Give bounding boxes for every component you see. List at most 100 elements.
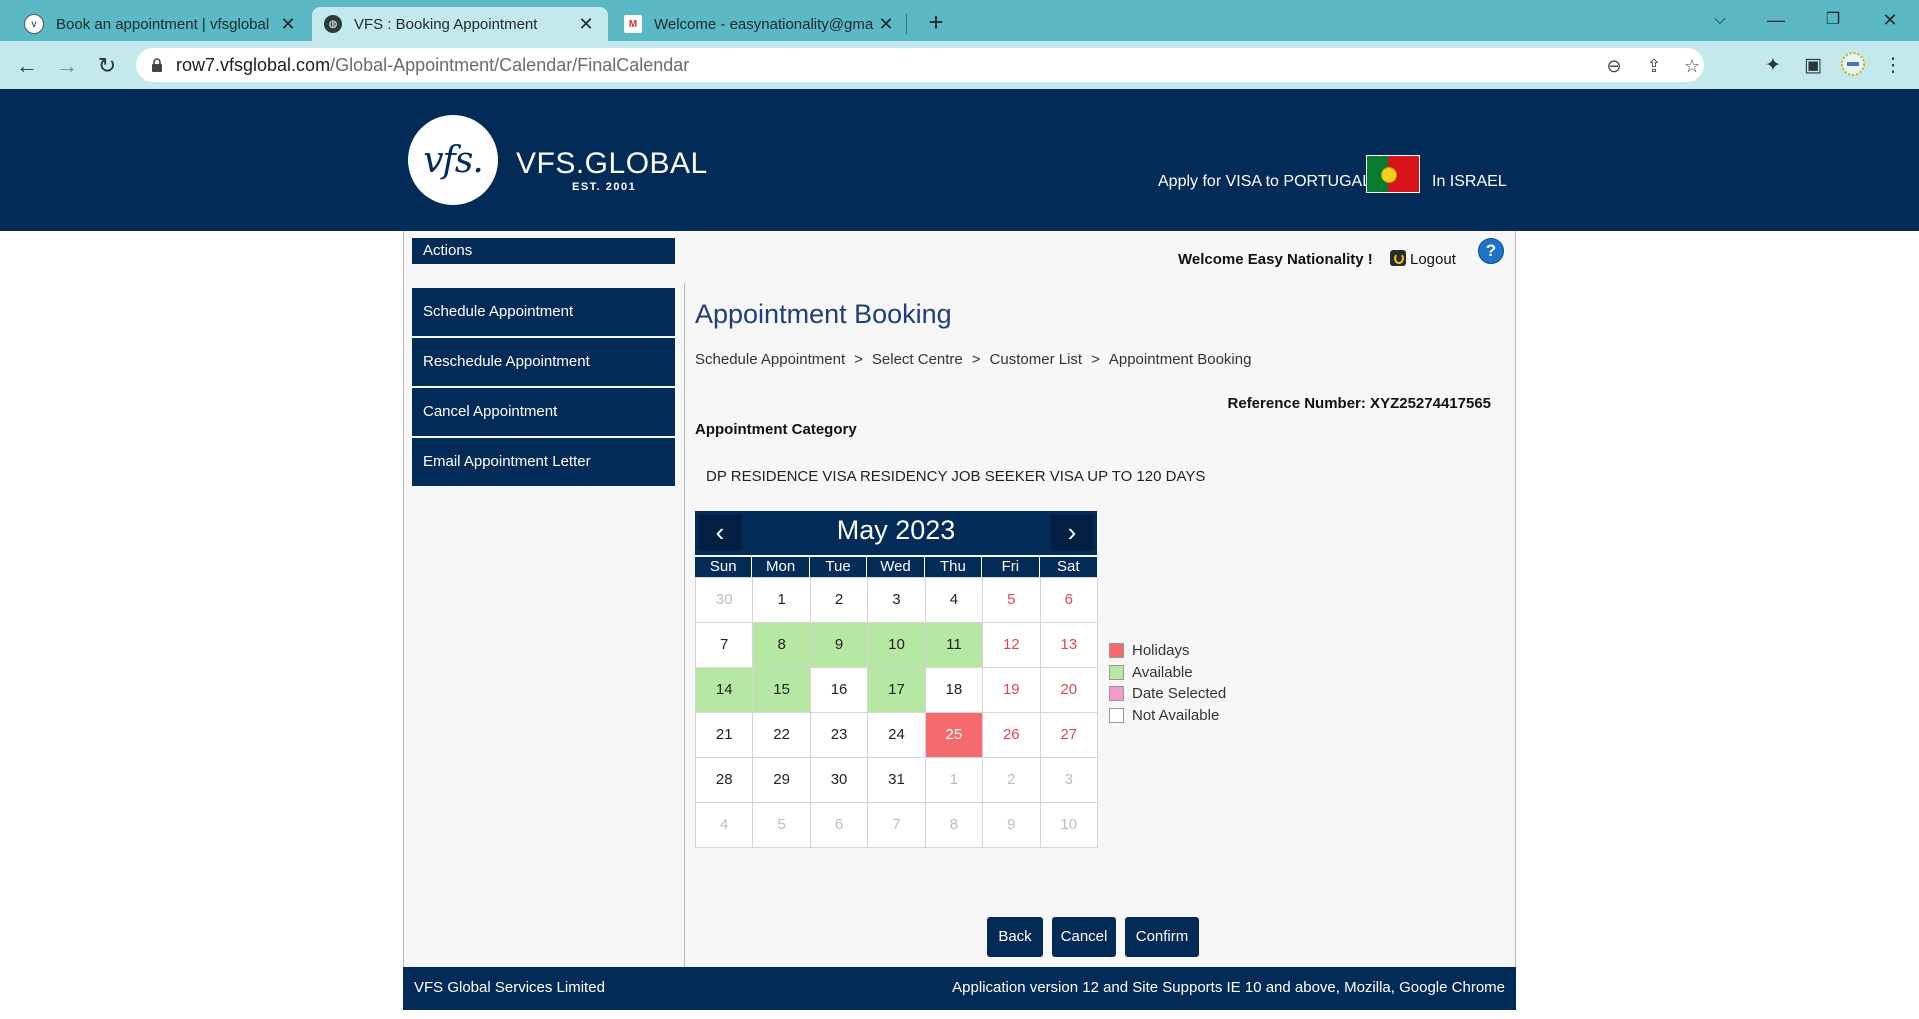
browser-toolbar: ← → ↻ row7.vfsglobal.com/Global-Appointm…: [0, 41, 1919, 89]
calendar-day-avail[interactable]: 9: [810, 623, 869, 668]
back-arrow-icon[interactable]: ←: [12, 51, 42, 81]
browser-tab-book-appointment[interactable]: v Book an appointment | vfsglobal ✕: [12, 7, 310, 41]
forward-arrow-icon[interactable]: →: [52, 51, 82, 81]
calendar-day-outside: 10: [1040, 803, 1098, 848]
calendar-day-outside: 5: [753, 803, 811, 848]
sidebar-divider: [684, 283, 685, 967]
close-icon[interactable]: ✕: [876, 14, 896, 35]
calendar-legend: Holidays Available Date Selected Not Availa…: [1109, 640, 1226, 726]
calendar-day-outside: 1: [925, 758, 984, 803]
legend-swatch: [1109, 664, 1124, 680]
weekday-header: Mon: [752, 557, 810, 577]
appointment-calendar: ‹ May 2023 › Sun Mon Tue Wed Thu Fri Sat 30 1 2 3…: [695, 511, 1098, 848]
content-panel: Actions Schedule Appointment Reschedule …: [403, 231, 1516, 967]
location-text: In ISRAEL: [1432, 173, 1507, 190]
calendar-next-chevron-right-icon[interactable]: ›: [1051, 515, 1093, 551]
legend-item: Holidays: [1109, 640, 1226, 662]
close-icon[interactable]: ✕: [278, 14, 298, 35]
weekday-header: Fri: [982, 557, 1040, 577]
minimize-icon[interactable]: —: [1756, 6, 1796, 34]
weekday-header: Thu: [924, 557, 983, 577]
appointment-category-label: Appointment Category: [695, 421, 857, 438]
calendar-day-avail[interactable]: 11: [925, 623, 984, 668]
breadcrumb-item-current: Appointment Booking: [1108, 351, 1252, 368]
confirm-button[interactable]: Confirm: [1125, 917, 1199, 957]
calendar-day-outside: 7: [868, 803, 926, 848]
calendar-day-weekend: 12: [983, 623, 1041, 668]
sidebar-item-schedule-appointment[interactable]: Schedule Appointment: [412, 288, 675, 336]
breadcrumb: Schedule Appointment > Select Centre > Custo…: [695, 351, 1251, 368]
footer-support-info: Application version 12 and Site Supports…: [952, 979, 1505, 996]
vfs-favicon-icon: v: [24, 14, 44, 34]
logo-text: vfs.: [423, 139, 484, 181]
vfs-logo[interactable]: vfs.: [408, 115, 498, 205]
tab-search-chevron-down-icon[interactable]: ⌵: [1700, 6, 1740, 34]
gmail-icon: M: [624, 15, 642, 33]
legend-item: Date Selected: [1109, 683, 1226, 705]
calendar-day-avail[interactable]: 14: [696, 668, 754, 713]
reference-number: Reference Number: XYZ25274417565: [1227, 395, 1491, 412]
calendar-day-avail[interactable]: 17: [868, 668, 926, 713]
help-icon[interactable]: ?: [1478, 238, 1504, 264]
lock-icon: [150, 58, 164, 72]
sidebar-item-reschedule-appointment[interactable]: Reschedule Appointment: [412, 338, 675, 386]
legend-item: Not Available: [1109, 705, 1226, 727]
reload-icon[interactable]: ↻: [92, 51, 122, 81]
zoom-out-icon[interactable]: ⊖: [1602, 54, 1626, 78]
calendar-day-normal: 28: [696, 758, 754, 803]
legend-label: Not Available: [1132, 706, 1220, 724]
calendar-month-label: May 2023: [836, 515, 956, 545]
appointment-category-value: DP RESIDENCE VISA RESIDENCY JOB SEEKER V…: [706, 468, 1206, 485]
calendar-day-avail[interactable]: 8: [753, 623, 811, 668]
calendar-day-weekend: 5: [983, 578, 1041, 623]
calendar-day-normal: 30: [810, 758, 869, 803]
browser-tab-booking-appointment[interactable]: ◍ VFS : Booking Appointment ✕: [312, 7, 608, 41]
cancel-button[interactable]: Cancel: [1052, 917, 1116, 957]
share-icon[interactable]: ⇪: [1642, 54, 1666, 78]
restore-window-icon[interactable]: ❐: [1813, 6, 1853, 34]
address-bar[interactable]: row7.vfsglobal.com/Global-Appointment/Ca…: [136, 48, 1704, 82]
calendar-day-normal: 4: [925, 578, 984, 623]
calendar-day-avail[interactable]: 15: [753, 668, 811, 713]
sidebar-item-email-appointment-letter[interactable]: Email Appointment Letter: [412, 438, 675, 486]
breadcrumb-item[interactable]: Schedule Appointment: [695, 351, 845, 368]
profile-avatar-icon[interactable]: [1838, 51, 1868, 81]
sidebar-item-cancel-appointment[interactable]: Cancel Appointment: [412, 388, 675, 436]
power-icon[interactable]: [1390, 250, 1406, 266]
side-panel-icon[interactable]: ▣: [1798, 51, 1828, 81]
apply-for-visa-text: Apply for VISA to PORTUGAL: [1158, 173, 1372, 190]
close-icon[interactable]: ✕: [576, 14, 596, 35]
tab-title: Book an appointment | vfsglobal: [56, 15, 270, 33]
menu-kebab-icon[interactable]: ⋮: [1878, 51, 1908, 81]
new-tab-plus-icon[interactable]: +: [922, 9, 950, 37]
breadcrumb-item[interactable]: Select Centre: [872, 351, 963, 368]
calendar-day-normal: 21: [696, 713, 754, 758]
weekday-header: Sat: [1039, 557, 1097, 577]
globe-icon: ◍: [324, 15, 342, 33]
calendar-day-normal: 24: [868, 713, 926, 758]
close-window-icon[interactable]: ✕: [1870, 6, 1910, 34]
calendar-day-outside: 3: [1040, 758, 1098, 803]
calendar-day-weekend: 13: [1040, 623, 1098, 668]
portugal-flag-icon: [1366, 155, 1420, 193]
calendar-day-outside: 6: [810, 803, 869, 848]
welcome-message: Welcome Easy Nationality !: [1178, 251, 1373, 268]
legend-label: Date Selected: [1132, 685, 1227, 703]
calendar-day-normal: 3: [868, 578, 926, 623]
legend-swatch: [1109, 643, 1124, 659]
legend-item: Available: [1109, 662, 1226, 684]
calendar-day-weekend: 27: [1040, 713, 1098, 758]
url-path: /Global-Appointment/Calendar/FinalCalend…: [330, 54, 690, 75]
breadcrumb-item[interactable]: Customer List: [990, 351, 1083, 368]
tab-separator: [906, 14, 907, 34]
tab-title: Welcome - easynationality@gma: [654, 15, 874, 33]
back-button[interactable]: Back: [987, 917, 1043, 957]
weekday-header: Wed: [867, 557, 925, 577]
calendar-day-avail[interactable]: 10: [868, 623, 926, 668]
calendar-day-weekend: 26: [983, 713, 1041, 758]
bookmark-star-icon[interactable]: ☆: [1680, 54, 1704, 78]
extensions-puzzle-icon[interactable]: ✦: [1758, 51, 1788, 81]
browser-tab-gmail[interactable]: M Welcome - easynationality@gma ✕: [612, 7, 908, 41]
calendar-day-normal: 29: [753, 758, 811, 803]
logout-link[interactable]: Logout: [1410, 251, 1456, 268]
